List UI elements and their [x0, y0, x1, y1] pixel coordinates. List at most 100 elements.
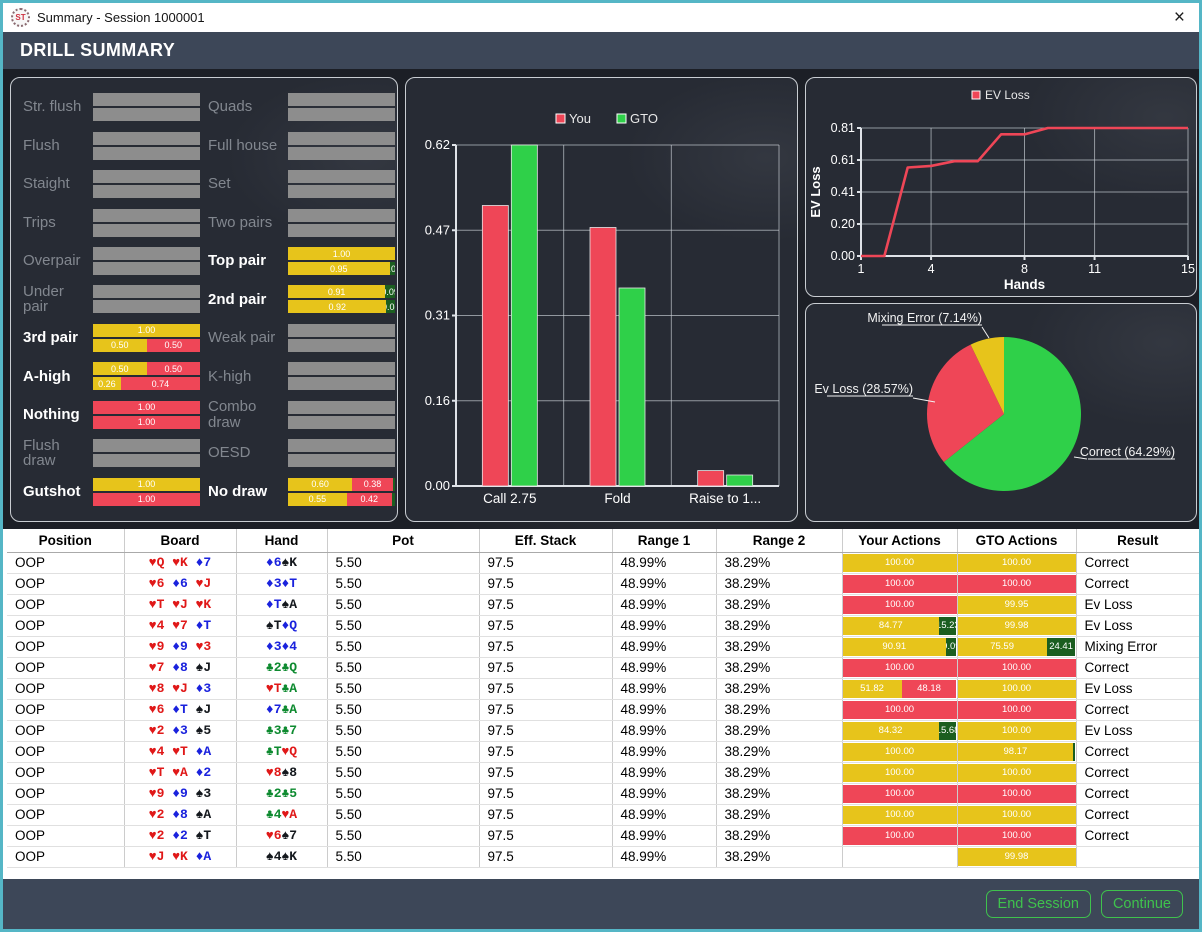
svg-text:0.41: 0.41 — [831, 185, 855, 199]
category-bar — [288, 108, 395, 122]
action-segment: 84.32 — [842, 721, 939, 740]
continue-button[interactable]: Continue — [1100, 890, 1183, 918]
table-row[interactable]: OOP ♥9 ♦9 ♥3 ♦3♦4 5.50 97.5 48.99% 38.29% 90.91… — [7, 636, 1199, 658]
column-header: Position — [7, 529, 124, 553]
category-bar-segment: 0.38 — [352, 477, 393, 491]
card: ♦9 — [172, 786, 188, 801]
action-bar: 51.82 48.18 — [842, 679, 957, 698]
category-bar: 0.50 0.50 — [93, 362, 200, 376]
table-header-row: Position Board Hand Pot Eff. Stack Range 1 Ran… — [7, 529, 1199, 553]
svg-text:Ev Loss (28.57%): Ev Loss (28.57%) — [814, 382, 913, 396]
category-bar-segment: 0.50 — [93, 338, 147, 352]
action-bar: 100.00 — [842, 700, 957, 719]
hand-categories-grid: Str. flush Quads Flush Full house Staight Set… — [23, 88, 397, 511]
card: ♦2 — [172, 828, 188, 843]
card: ♠7 — [281, 828, 298, 843]
category-bar-segment: 0.05 — [389, 262, 395, 276]
hands-table: Position Board Hand Pot Eff. Stack Range 1 Ran… — [7, 529, 1199, 868]
category-bar — [93, 262, 200, 276]
table-row[interactable]: OOP ♥2 ♦2 ♠T ♥6♠7 5.50 97.5 48.99% 38.29% 100.0… — [7, 825, 1199, 847]
table-row[interactable]: OOP ♥4 ♥7 ♦T ♠T♦Q 5.50 97.5 48.99% 38.29% 84.77… — [7, 615, 1199, 637]
table-row[interactable]: OOP ♥6 ♦6 ♥J ♦3♦T 5.50 97.5 48.99% 38.29% 100.0… — [7, 573, 1199, 595]
category-bars — [288, 131, 395, 160]
action-segment: 100.00 — [842, 763, 957, 782]
column-header: Result — [1075, 529, 1199, 553]
category-bar-segment — [288, 108, 395, 122]
action-bar: 100.00 — [842, 826, 957, 845]
action-bar: 100.00 — [957, 784, 1076, 803]
svg-text:4: 4 — [928, 262, 935, 276]
result-pie-chart: Correct (64.29%) Ev Loss (28.57%) Mixing E… — [814, 311, 1175, 491]
category-label: Flush — [23, 136, 60, 154]
action-bar: 100.00 — [842, 784, 957, 803]
category-bars — [93, 208, 200, 237]
table-row[interactable]: OOP ♥T ♥A ♦2 ♥8♠8 5.50 97.5 48.99% 38.29% 100.0… — [7, 762, 1199, 784]
card: ♦3 — [172, 723, 188, 738]
category-bar — [288, 415, 395, 429]
card: ♣Q — [281, 660, 298, 675]
card: ♥J — [195, 576, 212, 591]
card: ♠3 — [195, 786, 212, 801]
bar-you-2 — [697, 470, 725, 487]
category-bar-segment — [288, 400, 395, 414]
card: ♥2 — [148, 723, 165, 738]
category-bar: 1.00 — [93, 477, 200, 491]
table-row[interactable]: OOP ♥9 ♦9 ♠3 ♣2♣5 5.50 97.5 48.99% 38.29% 100.0… — [7, 783, 1199, 805]
category-bar — [288, 93, 395, 107]
category-bar-segment — [93, 285, 200, 299]
category-bars — [93, 170, 200, 199]
category-bar: 0.910.09 — [288, 285, 395, 299]
bar-gto-1 — [618, 287, 646, 487]
svg-text:0.20: 0.20 — [831, 217, 855, 231]
action-bar: 100.00 — [842, 658, 957, 677]
table-row[interactable]: OOP ♥4 ♥T ♦A ♣T♥Q 5.50 97.5 48.99% 38.29% 100.0… — [7, 741, 1199, 763]
actions-bar-chart-panel: You GTO 0.00 0.16 0.31 0.47 0.62 Call 2.75 Fold R… — [405, 77, 798, 522]
category-bars — [288, 208, 395, 237]
category-bar-segment: 0.42 — [346, 492, 392, 506]
table-row[interactable]: OOP ♥8 ♥J ♦3 ♥T♣A 5.50 97.5 48.99% 38.29% 51.82… — [7, 678, 1199, 700]
action-segment: 15.23 — [939, 616, 957, 635]
card: ♠A — [281, 597, 298, 612]
table-row[interactable]: OOP ♥J ♥K ♦A ♠4♠K 5.50 97.5 48.99% 38.29% 99.98 — [7, 846, 1199, 868]
column-header: GTO Actions — [956, 529, 1076, 553]
table-row[interactable]: OOP ♥T ♥J ♥K ♦T♠A 5.50 97.5 48.99% 38.29% 100.0… — [7, 594, 1199, 616]
close-icon[interactable]: × — [1170, 8, 1189, 27]
card: ♥J — [172, 681, 188, 696]
action-segment: 100.00 — [842, 700, 957, 719]
category-bar-segment — [288, 454, 395, 468]
category-bar: 1.00 — [93, 323, 200, 337]
category-bar-segment — [93, 439, 200, 453]
category-bar-segment — [93, 208, 200, 222]
category-bars — [93, 93, 200, 122]
category-label: No draw — [208, 482, 268, 500]
card: ♥6 — [265, 828, 282, 843]
category-bar-segment: 0.60 — [288, 477, 353, 491]
action-segment: 99.98 — [957, 616, 1076, 635]
card: ♥8 — [148, 681, 165, 696]
end-session-button[interactable]: End Session — [985, 890, 1091, 918]
category-bar — [288, 400, 395, 414]
table-row[interactable]: OOP ♥6 ♦T ♠J ♦7♣A 5.50 97.5 48.99% 38.29% 100.0… — [7, 699, 1199, 721]
category-label: Under pair — [23, 282, 64, 316]
action-segment: 100.00 — [957, 679, 1076, 698]
category-bar — [93, 108, 200, 122]
table-row[interactable]: OOP ♥2 ♦3 ♠5 ♣3♣7 5.50 97.5 48.99% 38.29% 84.32… — [7, 720, 1199, 742]
category-bar — [288, 185, 395, 199]
action-segment: 100.00 — [957, 553, 1076, 572]
page-title: DRILL SUMMARY — [20, 40, 176, 60]
column-header: Hand — [235, 529, 327, 553]
card: ♣T — [265, 744, 282, 759]
category-label: K-high — [208, 367, 252, 385]
card: ♠J — [195, 660, 212, 675]
table-row[interactable]: OOP ♥Q ♥K ♦7 ♦6♠K 5.50 97.5 48.99% 38.29% 100.0… — [7, 552, 1199, 574]
table-row[interactable]: OOP ♥2 ♦8 ♠A ♣4♥A 5.50 97.5 48.99% 38.29% 100.0… — [7, 804, 1199, 826]
column-header: Range 2 — [715, 529, 842, 553]
action-bar: 100.00 — [842, 595, 957, 614]
action-segment: 100.00 — [957, 574, 1076, 593]
card: ♥2 — [148, 807, 165, 822]
action-segment: 24.41 — [1046, 637, 1076, 656]
table-row[interactable]: OOP ♥7 ♦8 ♠J ♣2♣Q 5.50 97.5 48.99% 38.29% 100.0… — [7, 657, 1199, 679]
column-header: Board — [123, 529, 236, 553]
svg-text:0.31: 0.31 — [425, 308, 450, 323]
svg-text:Raise to 1...: Raise to 1... — [689, 491, 761, 506]
